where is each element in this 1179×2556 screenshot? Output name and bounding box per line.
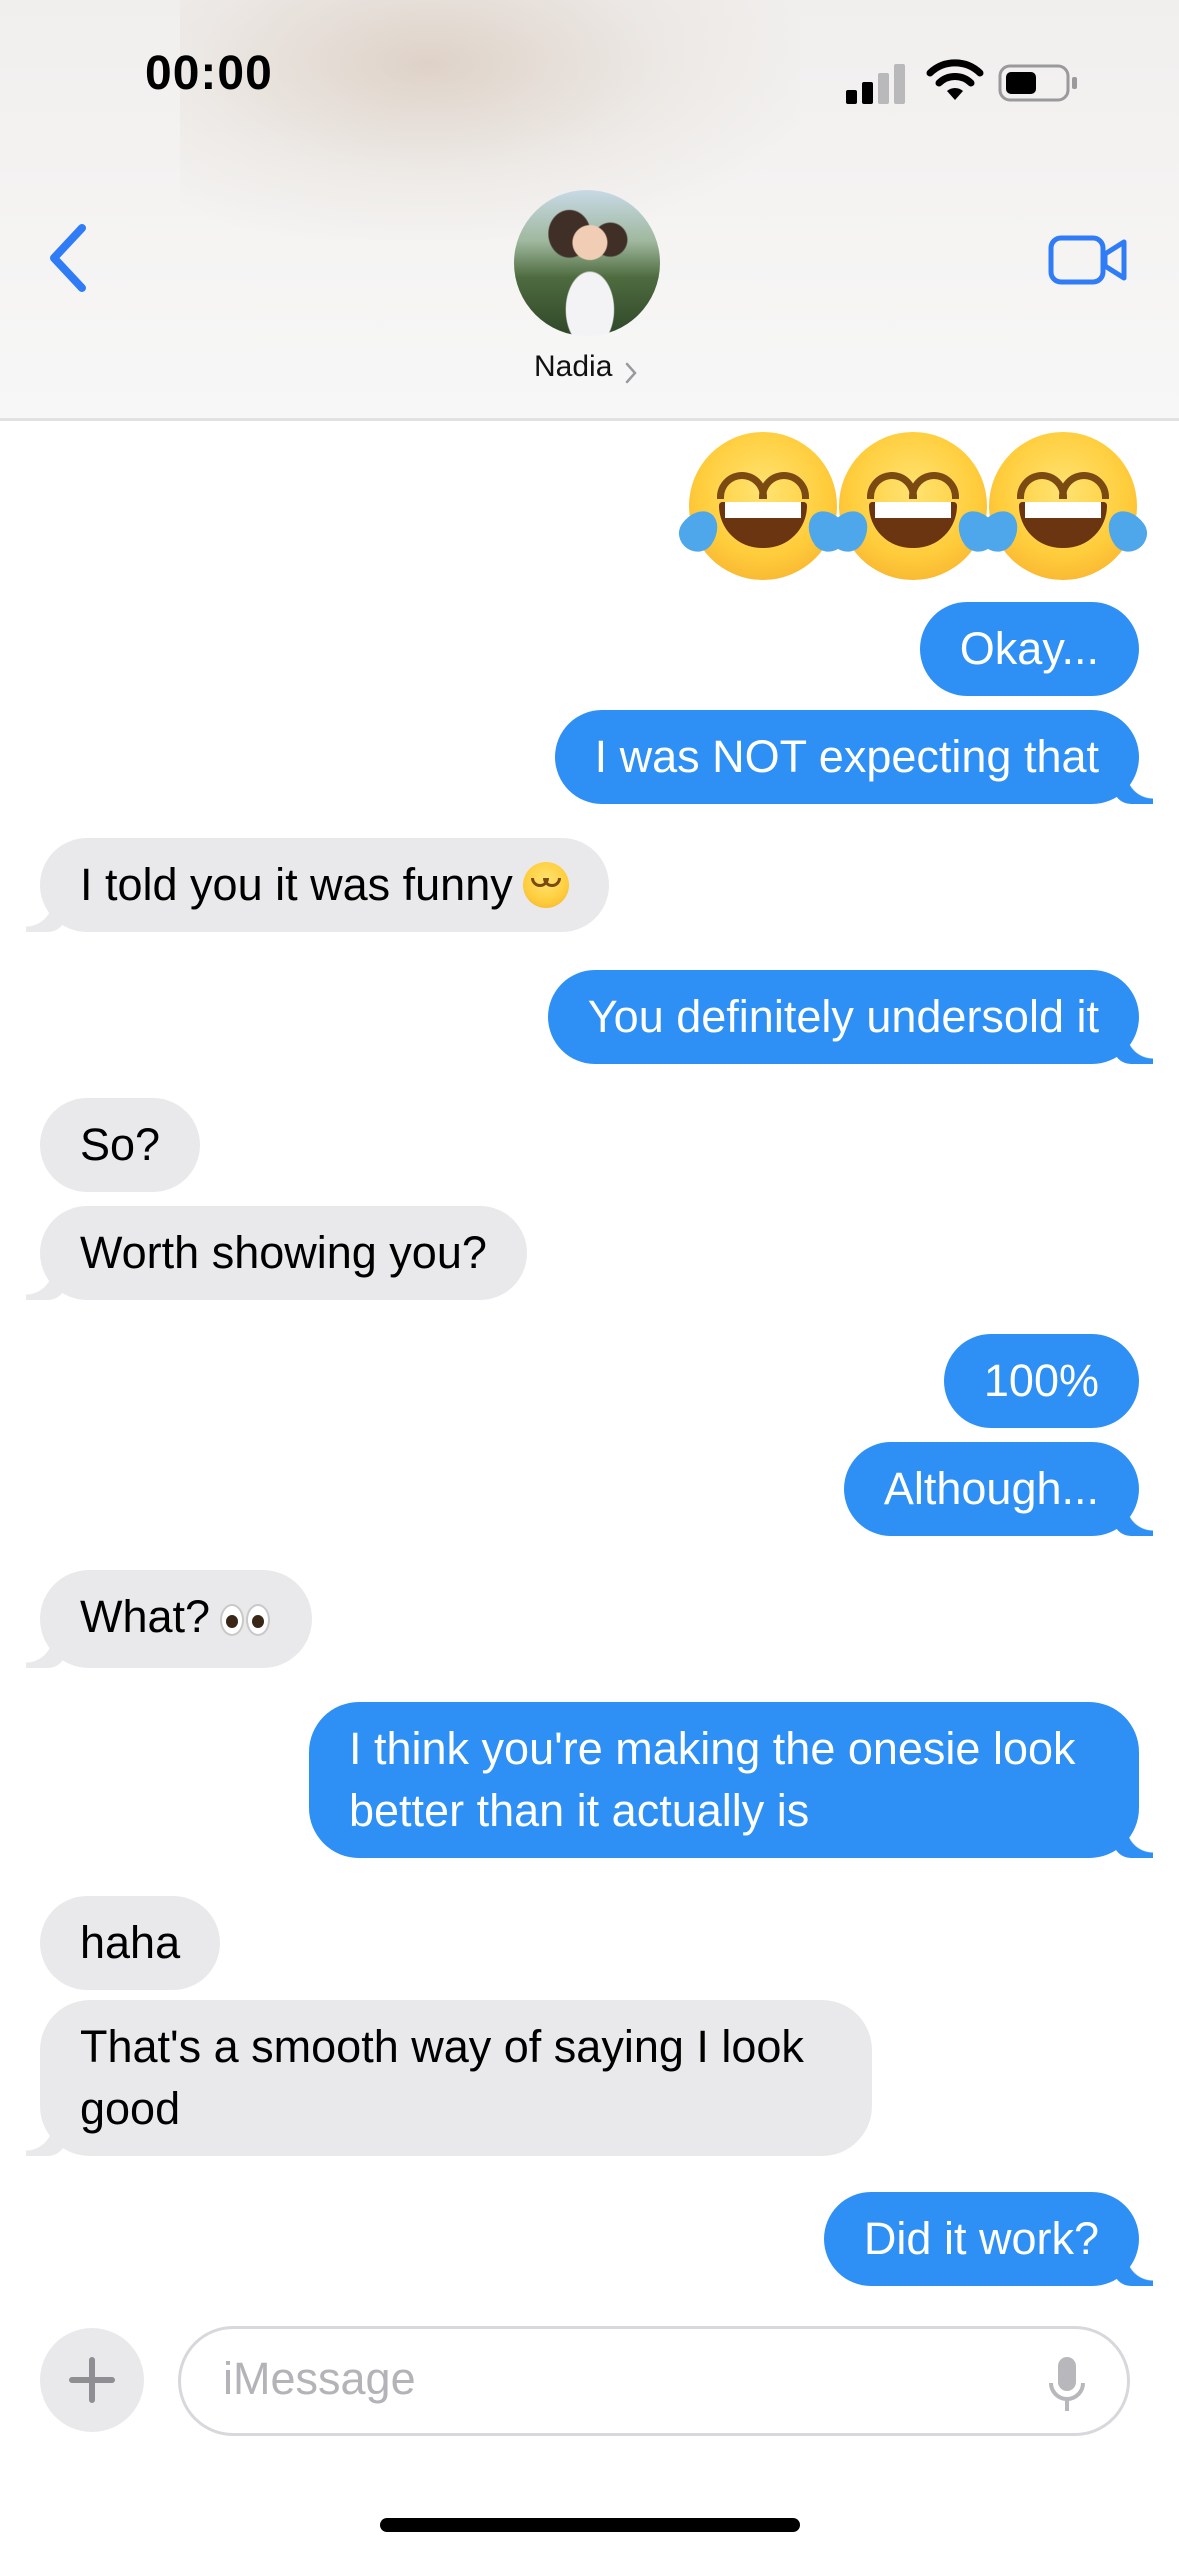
header-blur-backdrop [180,0,800,240]
message-text: 100% [983,1355,1099,1406]
message-text: Although... [883,1463,1099,1514]
contact-avatar[interactable] [514,190,660,336]
message-text: I was NOT expecting that [594,731,1099,782]
relieved-face-icon [522,862,569,908]
face-with-tears-of-joy-icon [672,432,854,580]
message-outgoing[interactable]: You definitely undersold it [547,970,1154,1064]
message-outgoing[interactable]: Okay... [919,602,1139,696]
home-indicator[interactable] [380,2518,800,2532]
message-incoming[interactable]: What? [25,1570,313,1668]
microphone-icon[interactable] [1047,2355,1087,2415]
message-text: That's a smooth way of saying I look goo… [80,2021,804,2134]
message-text: Did it work? [863,2213,1099,2264]
status-time: 00:00 [145,47,273,100]
emoji-message[interactable] [672,432,1154,580]
wifi-icon [926,59,984,100]
message-incoming[interactable]: So? [40,1098,201,1192]
message-outgoing[interactable]: 100% [943,1334,1139,1428]
message-outgoing[interactable]: Although... [843,1442,1154,1536]
contact-name[interactable]: Nadia [534,350,612,384]
message-text: You definitely undersold it [587,991,1099,1042]
message-incoming[interactable]: I told you it was funny [26,838,609,932]
message-text: Okay... [959,623,1099,674]
apps-plus-button[interactable] [40,2328,144,2432]
eyes-icon [220,1590,272,1652]
message-outgoing[interactable]: Did it work? [823,2192,1154,2286]
message-text: So? [80,1119,161,1170]
back-chevron-icon[interactable] [40,218,100,298]
video-call-icon[interactable] [1048,234,1128,286]
message-outgoing[interactable]: I was NOT expecting that [554,710,1154,804]
cellular-signal-icon [846,60,908,104]
message-text: I think you're making the onesie look be… [349,1723,1076,1836]
message-input-placeholder: iMessage [223,2353,416,2404]
message-text: Worth showing you? [80,1227,487,1278]
message-outgoing[interactable]: I think you're making the onesie look be… [309,1702,1153,1858]
message-incoming[interactable]: That's a smooth way of saying I look goo… [26,2000,872,2156]
face-with-tears-of-joy-icon [822,432,1004,580]
message-text: I told you it was funny [80,859,513,910]
message-incoming[interactable]: haha [40,1896,221,1990]
message-text: What? [80,1591,211,1642]
message-input[interactable]: iMessage [178,2326,1130,2436]
conversation-header: 00:00 Nadia [0,0,1179,421]
contact-chevron-icon[interactable] [624,362,638,384]
message-incoming[interactable]: Worth showing you? [26,1206,527,1300]
plus-icon [69,2357,115,2403]
battery-icon [998,64,1077,102]
face-with-tears-of-joy-icon [972,432,1154,580]
message-text: haha [80,1917,181,1968]
